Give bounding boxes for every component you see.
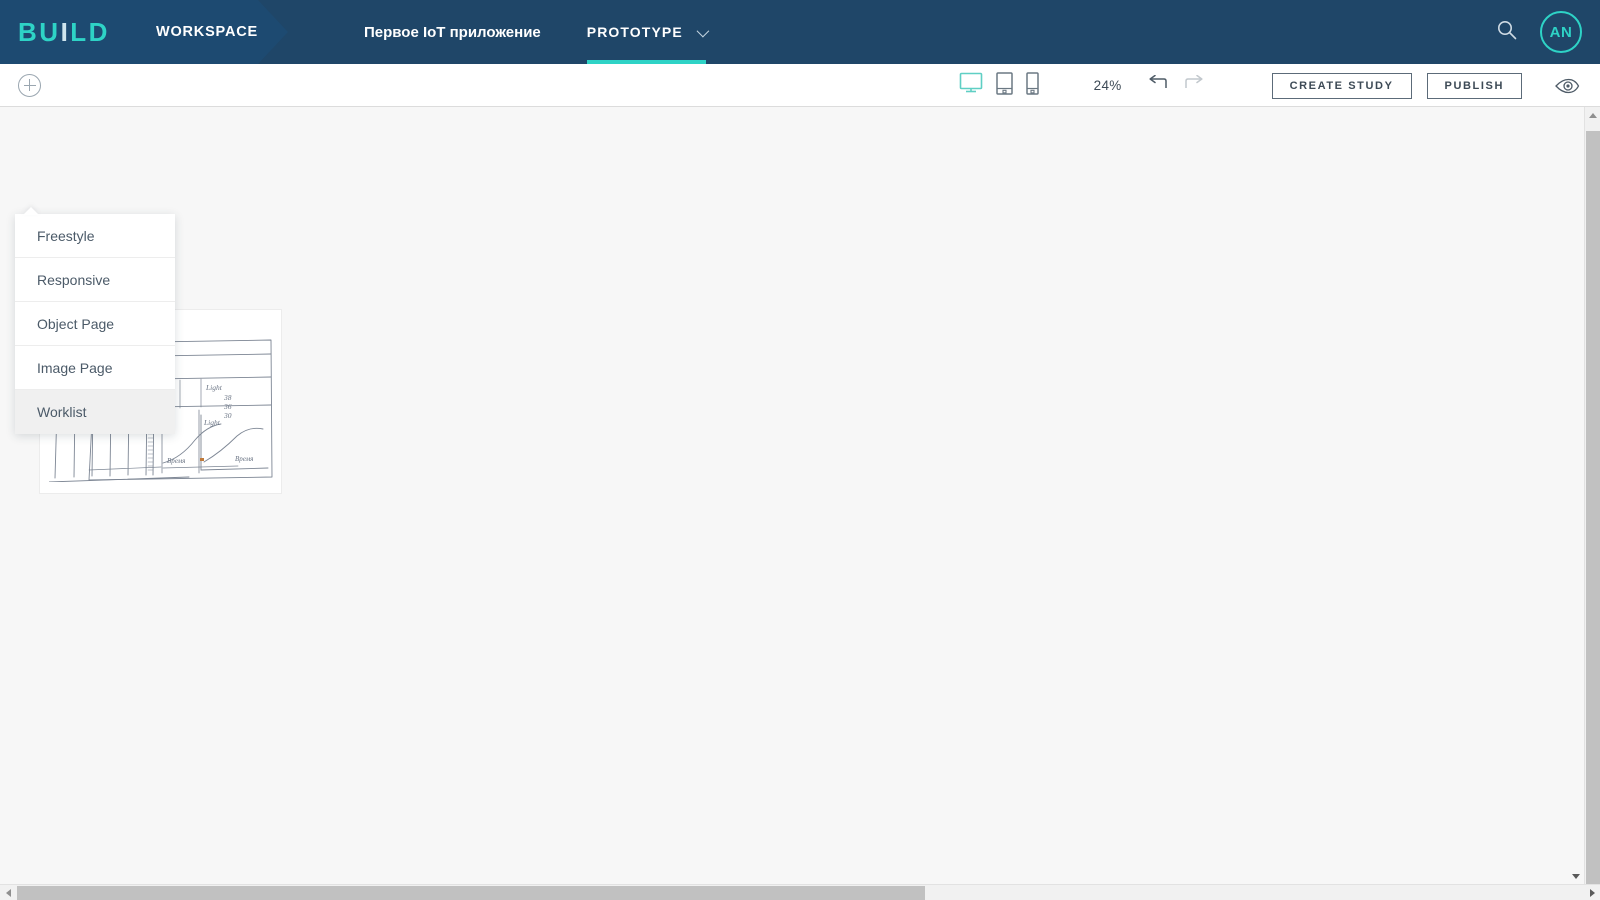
zoom-level-label[interactable]: 24% [1094,78,1122,93]
undo-redo-group [1148,75,1204,96]
triangle-down-icon[interactable] [1568,868,1584,884]
vertical-scrollbar[interactable] [1584,107,1600,900]
tab-prototype-label: PROTOTYPE [587,24,683,40]
breadcrumb-workspace[interactable]: WORKSPACE [156,24,258,40]
phone-icon[interactable] [1026,72,1039,100]
tablet-icon[interactable] [996,72,1013,100]
sketch-axis-right: Время [235,455,253,463]
avatar-initials: AN [1550,24,1573,41]
device-preview-switcher [959,72,1039,100]
search-icon[interactable] [1496,19,1518,46]
toolbar-right-group: 24% CREATE STUDY PUBLISH [959,64,1600,107]
app-header: BUILD WORKSPACE Первое IoT приложение PR… [0,0,1600,64]
sketch-row1-light: 38 [223,393,232,402]
undo-arrow-icon[interactable] [1148,75,1168,96]
menu-item-image-page[interactable]: Image Page [15,346,175,390]
menu-item-responsive[interactable]: Responsive [15,258,175,302]
plus-circle-icon[interactable] [18,74,41,97]
tab-prototype[interactable]: PROTOTYPE [587,0,706,64]
sketch-row3-light: 30 [223,411,232,420]
sketch-marker [200,458,204,461]
triangle-right-icon[interactable] [1584,885,1600,900]
menu-item-freestyle[interactable]: Freestyle [15,214,175,258]
logo-text-lead: BU [18,17,61,47]
vertical-scrollbar-thumb[interactable] [1586,131,1600,900]
redo-arrow-icon[interactable] [1184,75,1204,96]
tab-active-underline [587,60,706,64]
menu-item-worklist[interactable]: Worklist [15,390,175,434]
breadcrumb-chevron-shape [258,0,288,64]
triangle-up-icon[interactable] [1585,107,1600,124]
horizontal-scrollbar[interactable] [0,884,1600,900]
horizontal-scrollbar-thumb[interactable] [17,886,925,900]
logo-text-tail: LD [70,17,110,47]
menu-pointer-arrow [23,207,39,215]
sketch-chart-label: Light [203,418,221,427]
publish-button[interactable]: PUBLISH [1427,73,1522,99]
header-actions: AN [1496,0,1582,64]
logo-text-dim: I [61,17,71,47]
create-study-button[interactable]: CREATE STUDY [1272,73,1412,99]
breadcrumb-project-name[interactable]: Первое IoT приложение [364,24,541,41]
sketch-axis-left: Время [167,457,185,465]
editor-toolbar: 24% CREATE STUDY PUBLISH [0,64,1600,107]
sketch-col2: Light [205,383,223,392]
triangle-left-icon[interactable] [0,885,16,900]
menu-item-object-page[interactable]: Object Page [15,302,175,346]
prototype-canvas[interactable]: Arduino 231 Temp Light 26 38 26 36 25 30… [0,107,1600,900]
page-type-menu: Freestyle Responsive Object Page Image P… [15,214,175,434]
desktop-icon[interactable] [959,72,983,99]
sketch-row2-light: 36 [223,402,232,411]
avatar[interactable]: AN [1540,11,1582,53]
chevron-down-icon [696,24,709,37]
eye-icon[interactable] [1554,77,1580,95]
build-logo[interactable]: BUILD [18,17,110,48]
